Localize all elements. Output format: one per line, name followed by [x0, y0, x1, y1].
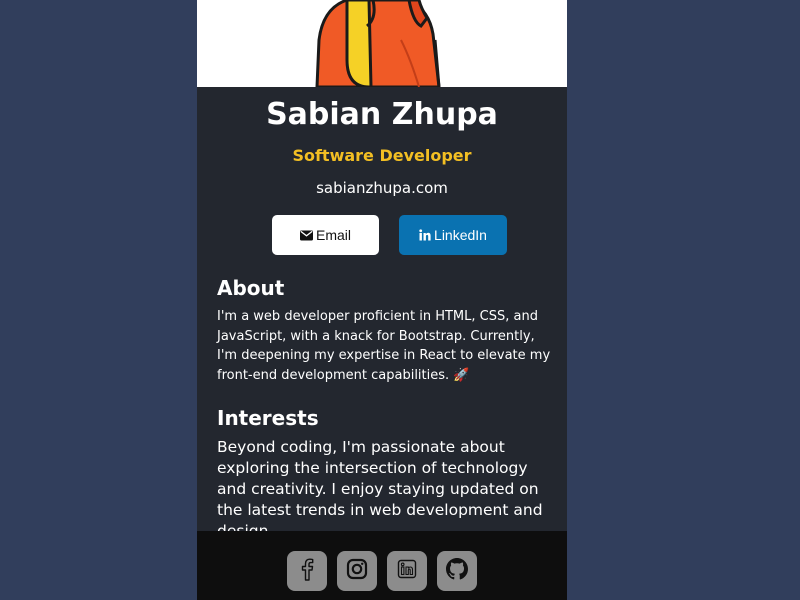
- cartoon-figure-image: [315, 0, 441, 87]
- linkedin-square-icon: [397, 559, 417, 583]
- email-button-label: Email: [315, 227, 351, 243]
- profile-image: [197, 0, 567, 87]
- interests-heading: Interests: [217, 406, 319, 430]
- instagram-link[interactable]: [337, 551, 377, 591]
- envelope-icon: [299, 230, 313, 241]
- linkedin-button[interactable]: LinkedIn: [399, 215, 507, 255]
- facebook-link[interactable]: [287, 551, 327, 591]
- facebook-icon: [297, 557, 317, 585]
- interests-text: Beyond coding, I'm passionate about expl…: [217, 438, 543, 540]
- profile-card: Sabian Zhupa Software Developer sabianzh…: [197, 0, 567, 600]
- linkedin-button-label: LinkedIn: [434, 227, 487, 243]
- linkedin-social-link[interactable]: [387, 551, 427, 591]
- profile-name: Sabian Zhupa: [266, 97, 498, 132]
- linkedin-icon: [419, 229, 431, 241]
- social-footer: [197, 531, 567, 600]
- about-text: I'm a web developer proficient in HTML, …: [217, 309, 551, 383]
- profile-role: Software Developer: [292, 146, 472, 165]
- website-link[interactable]: sabianzhupa.com: [197, 176, 567, 200]
- email-button[interactable]: Email: [272, 215, 379, 255]
- about-heading: About: [217, 276, 285, 300]
- github-link[interactable]: [437, 551, 477, 591]
- github-icon: [446, 558, 468, 584]
- instagram-icon: [346, 558, 368, 584]
